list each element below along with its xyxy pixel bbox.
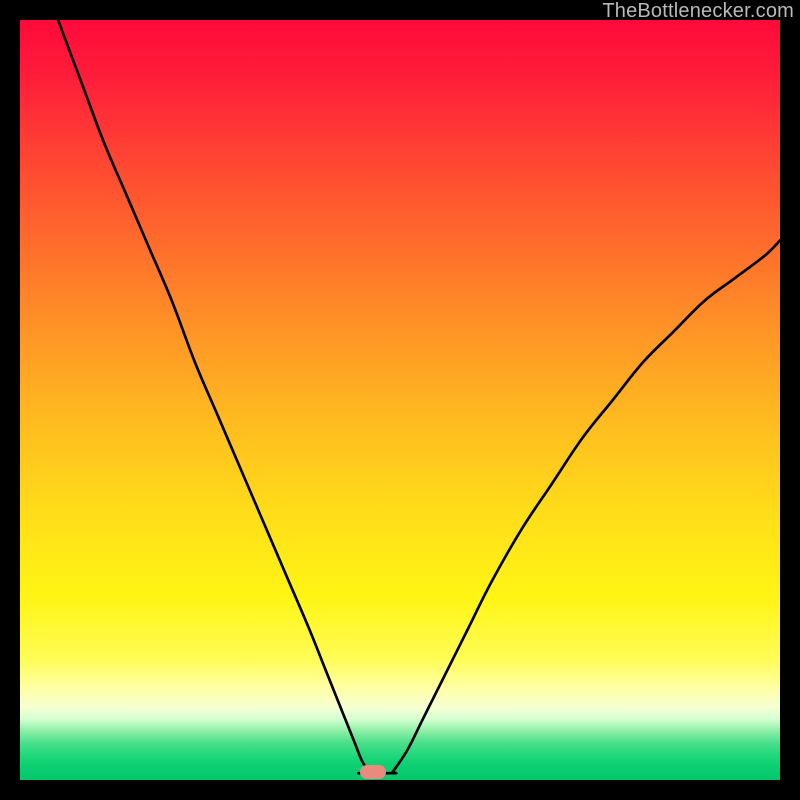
optimal-marker (360, 765, 386, 779)
bottleneck-curve-path (58, 20, 780, 774)
curve-svg (20, 20, 780, 780)
chart-stage: TheBottlenecker.com (0, 0, 800, 800)
plot-area (20, 20, 780, 780)
